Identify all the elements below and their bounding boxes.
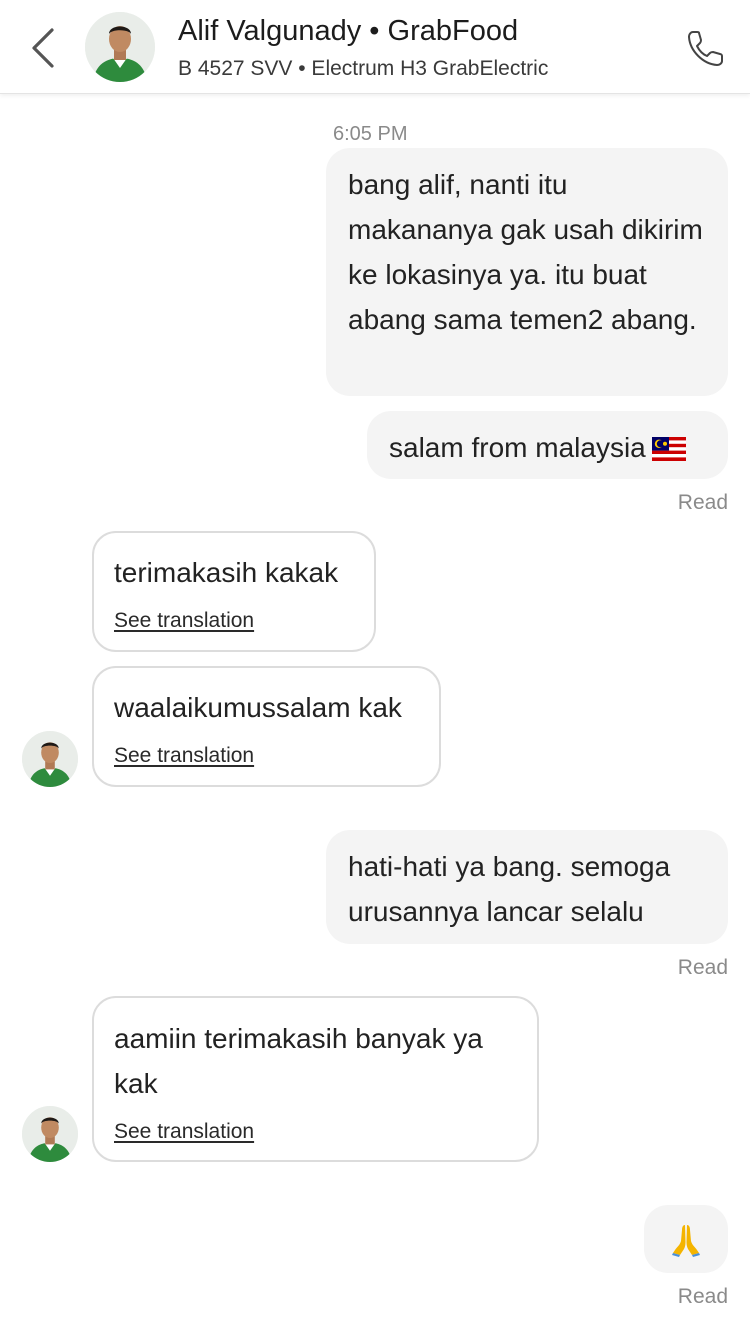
outgoing-message-bubble[interactable]: hati-hati ya bang. semoga urusannya lanc… bbox=[326, 830, 728, 944]
malaysia-flag-icon bbox=[651, 437, 686, 461]
chat-header: Alif Valgunady • GrabFood B 4527 SVV • E… bbox=[0, 0, 750, 94]
driver-avatar-small[interactable] bbox=[22, 731, 78, 787]
vehicle-info: B 4527 SVV • Electrum H3 GrabElectric bbox=[178, 57, 549, 80]
folded-hands-icon bbox=[672, 1225, 700, 1257]
driver-photo-icon bbox=[85, 12, 155, 82]
read-receipt: Read bbox=[677, 956, 728, 979]
driver-avatar-small[interactable] bbox=[22, 1106, 78, 1162]
see-translation-link[interactable]: See translation bbox=[114, 1118, 254, 1146]
see-translation-link[interactable]: See translation bbox=[114, 607, 254, 635]
see-translation-link[interactable]: See translation bbox=[114, 742, 254, 770]
outgoing-message-bubble[interactable]: bang alif, nanti itu makananya gak usah … bbox=[326, 148, 728, 396]
message-text: aamiin terimakasih banyak ya kak bbox=[114, 1023, 483, 1099]
driver-name-title: Alif Valgunady • GrabFood bbox=[178, 15, 519, 47]
driver-avatar[interactable] bbox=[85, 12, 155, 82]
read-receipt: Read bbox=[677, 1285, 728, 1308]
message-text: terimakasih kakak bbox=[114, 557, 339, 588]
read-receipt: Read bbox=[677, 491, 728, 514]
message-timestamp: 6:05 PM bbox=[333, 123, 408, 145]
incoming-message-bubble[interactable]: waalaikumussalam kak See translation bbox=[92, 666, 441, 787]
driver-photo-icon bbox=[22, 731, 78, 787]
back-chevron-icon[interactable] bbox=[24, 24, 64, 72]
incoming-message-bubble[interactable]: aamiin terimakasih banyak ya kak See tra… bbox=[92, 996, 539, 1162]
message-text: bang alif, nanti itu makananya gak usah … bbox=[348, 169, 703, 335]
outgoing-emoji-bubble[interactable]: 🙏 bbox=[644, 1205, 728, 1273]
driver-photo-icon bbox=[22, 1106, 78, 1162]
incoming-message-bubble[interactable]: terimakasih kakak See translation bbox=[92, 531, 376, 652]
message-text: hati-hati ya bang. semoga urusannya lanc… bbox=[348, 851, 671, 927]
outgoing-message-bubble[interactable]: salam from malaysia bbox=[367, 411, 728, 479]
phone-call-icon[interactable] bbox=[684, 26, 728, 70]
message-text: salam from malaysia bbox=[389, 432, 646, 463]
message-text: waalaikumussalam kak bbox=[114, 692, 402, 723]
